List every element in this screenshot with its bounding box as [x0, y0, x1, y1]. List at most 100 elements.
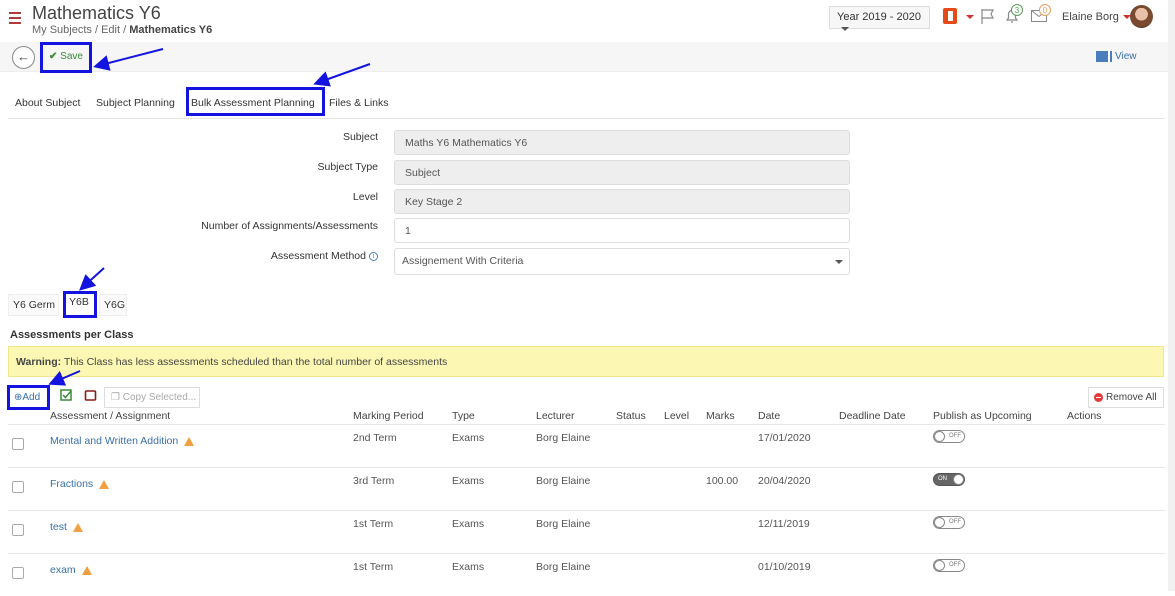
tab-bulk-assessment-planning[interactable]: Bulk Assessment Planning — [186, 87, 325, 116]
tab-about-subject[interactable]: About Subject — [15, 97, 80, 109]
col-level[interactable]: Level — [664, 410, 689, 422]
assessment-link[interactable]: Fractions — [50, 478, 110, 490]
toggle-knob — [934, 560, 945, 571]
subject-type-label: Subject Type — [317, 161, 378, 173]
type: Exams — [452, 432, 485, 444]
view-button[interactable]: View — [1096, 51, 1137, 62]
toggle-knob — [934, 517, 945, 528]
date: 17/01/2020 — [758, 432, 811, 444]
remove-icon — [1094, 392, 1103, 402]
publish-toggle[interactable]: OFF — [933, 430, 965, 443]
row-checkbox[interactable] — [12, 438, 24, 450]
breadcrumb: My Subjects / Edit / Mathematics Y6 — [32, 24, 213, 36]
tab-files-links[interactable]: Files & Links — [329, 97, 389, 109]
warning-icon — [81, 565, 92, 575]
flag-icon[interactable] — [980, 8, 996, 24]
notification-badge: 3 — [1011, 4, 1023, 16]
publish-toggle[interactable]: OFF — [933, 559, 965, 572]
chevron-down-icon[interactable] — [966, 15, 974, 19]
table-row[interactable]: Fractions 3rd Term Exams Borg Elaine 100… — [8, 467, 1165, 510]
assessment-count-input[interactable]: 1 — [394, 218, 850, 243]
publish-toggle[interactable]: ON — [933, 473, 965, 486]
page-title: Mathematics Y6 — [32, 3, 161, 23]
info-icon[interactable]: i — [369, 251, 378, 261]
divider — [8, 118, 1165, 119]
check-icon: ✔ — [49, 51, 58, 62]
table-row[interactable]: exam 1st Term Exams Borg Elaine 01/10/20… — [8, 553, 1165, 596]
type: Exams — [452, 475, 485, 487]
avatar[interactable] — [1130, 5, 1153, 28]
col-deadline-date[interactable]: Deadline Date — [839, 410, 906, 422]
row-checkbox[interactable] — [12, 567, 24, 579]
col-actions: Actions — [1067, 410, 1102, 422]
breadcrumb-my-subjects[interactable]: My Subjects — [32, 24, 92, 36]
select-all-icon[interactable] — [60, 389, 74, 403]
toggle-label: OFF — [949, 519, 961, 525]
deselect-icon[interactable] — [84, 389, 98, 403]
copy-icon: ❐ — [111, 392, 120, 403]
type: Exams — [452, 561, 485, 573]
marks: 100.00 — [706, 475, 739, 487]
assessment-count-label: Number of Assignments/Assessments — [201, 220, 378, 232]
lecturer: Borg Elaine — [536, 475, 591, 487]
row-checkbox[interactable] — [12, 524, 24, 536]
table-row[interactable]: test 1st Term Exams Borg Elaine 12/11/20… — [8, 510, 1165, 553]
toggle-knob — [953, 474, 964, 485]
lecturer: Borg Elaine — [536, 432, 591, 444]
menu-icon[interactable] — [9, 12, 21, 24]
arrow-to-y6b — [79, 267, 105, 291]
chevron-down-icon — [841, 27, 849, 32]
col-publish[interactable]: Publish as Upcoming — [933, 410, 1032, 422]
class-tab-y6-germ[interactable]: Y6 Germ — [8, 294, 59, 316]
tab-subject-planning[interactable]: Subject Planning — [96, 97, 175, 109]
assessment-method-select[interactable]: Assignement With Criteria — [394, 248, 850, 275]
col-marks[interactable]: Marks — [706, 410, 735, 422]
col-assessment[interactable]: Assessment / Assignment — [50, 410, 170, 422]
date: 01/10/2019 — [758, 561, 811, 573]
add-button[interactable]: ⊕Add — [7, 385, 50, 410]
col-status[interactable]: Status — [616, 410, 646, 422]
table-row[interactable]: Mental and Written Addition 2nd Term Exa… — [8, 424, 1165, 467]
subject-type-field: Subject — [394, 160, 850, 185]
year-select[interactable]: Year 2019 - 2020 — [829, 6, 930, 32]
breadcrumb-edit[interactable]: Edit — [101, 24, 120, 36]
row-checkbox[interactable] — [12, 481, 24, 493]
class-tab-y6g[interactable]: Y6G — [99, 294, 127, 316]
subject-label: Subject — [342, 131, 378, 143]
toggle-label: OFF — [949, 562, 961, 568]
save-button[interactable]: ✔ Save — [40, 42, 92, 73]
toolbar: ← ✔ Save View — [0, 42, 1175, 73]
copy-selected-button[interactable]: ❐ Copy Selected... — [104, 387, 200, 408]
toggle-label: OFF — [949, 433, 961, 439]
lecturer: Borg Elaine — [536, 561, 591, 573]
col-date[interactable]: Date — [758, 410, 780, 422]
warning-label: Warning: — [16, 356, 62, 368]
user-menu[interactable]: Elaine Borg — [1062, 11, 1131, 23]
col-marking-period[interactable]: Marking Period — [353, 410, 424, 422]
office-icon[interactable] — [943, 8, 957, 24]
assessment-link[interactable]: exam — [50, 564, 92, 576]
back-button[interactable]: ← — [12, 46, 35, 69]
toggle-knob — [934, 431, 945, 442]
lecturer: Borg Elaine — [536, 518, 591, 530]
type: Exams — [452, 518, 485, 530]
level-field: Key Stage 2 — [394, 189, 850, 214]
level-label: Level — [352, 191, 378, 203]
assessment-method-label: Assessment Method i — [118, 250, 378, 262]
assessment-link[interactable]: test — [50, 521, 83, 533]
marking-period: 1st Term — [353, 561, 394, 573]
warning-text: This Class has less assessments schedule… — [61, 356, 448, 368]
marking-period: 2nd Term — [353, 432, 397, 444]
app-header: Mathematics Y6 My Subjects / Edit / Math… — [0, 0, 1175, 42]
subject-field: Maths Y6 Mathematics Y6 — [394, 130, 850, 155]
col-type[interactable]: Type — [452, 410, 475, 422]
remove-all-button[interactable]: Remove All — [1088, 387, 1164, 408]
assessment-link[interactable]: Mental and Written Addition — [50, 435, 195, 447]
scrollbar[interactable] — [1168, 0, 1175, 591]
publish-toggle[interactable]: OFF — [933, 516, 965, 529]
col-lecturer[interactable]: Lecturer — [536, 410, 575, 422]
section-title: Assessments per Class — [10, 329, 134, 341]
marking-period: 3rd Term — [353, 475, 395, 487]
date: 12/11/2019 — [758, 518, 810, 530]
class-tab-y6b[interactable]: Y6B — [63, 291, 97, 318]
